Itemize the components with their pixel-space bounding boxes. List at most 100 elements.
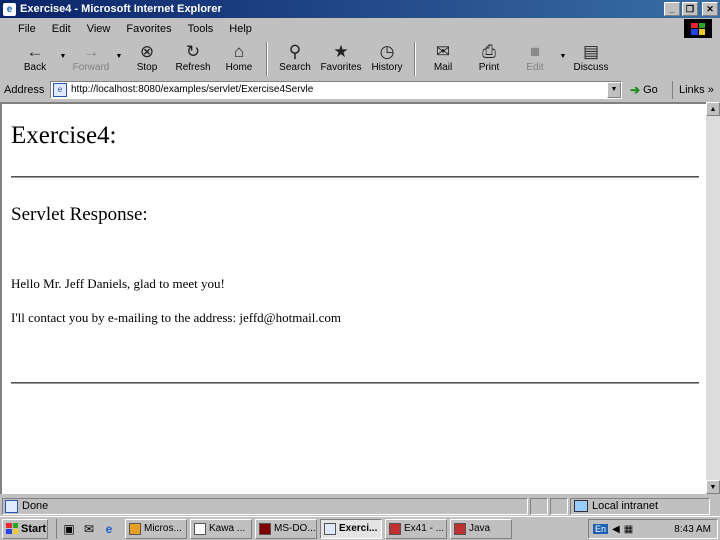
forward-dropdown-arrow[interactable]: ▼ (114, 39, 124, 79)
security-zone[interactable]: Local intranet (570, 497, 710, 515)
close-button[interactable]: ✕ (702, 2, 718, 16)
go-button[interactable]: ➔ Go (628, 81, 668, 99)
mail-label: Mail (433, 62, 453, 73)
app-icon (324, 522, 336, 535)
start-button[interactable]: Start (2, 518, 48, 539)
home-label: Home (225, 62, 253, 73)
task-button[interactable]: Ex41 - ... (385, 518, 447, 539)
clock[interactable]: 8:43 AM (674, 524, 717, 535)
favorites-button[interactable]: ★ Favorites (318, 39, 364, 79)
task-label: Java (469, 523, 491, 534)
taskbar: Start ▣ ✉ e Micros... Kawa ... MS-DO... … (0, 516, 720, 540)
zone-text: Local intranet (592, 500, 659, 512)
title-bar[interactable]: e Exercise4 - Microsoft Internet Explore… (0, 0, 720, 18)
discuss-icon: ▤ (582, 42, 600, 61)
status-cell (530, 497, 548, 515)
task-button[interactable]: Exerci... (320, 518, 382, 539)
language-indicator[interactable]: En (593, 524, 609, 534)
home-icon: ⌂ (233, 42, 245, 61)
history-button[interactable]: ◷ History (364, 39, 410, 79)
divider (11, 382, 699, 384)
edit-label: Edit (526, 62, 544, 73)
menu-edit[interactable]: Edit (44, 23, 79, 35)
window-controls: _ ❐ ✕ (664, 2, 718, 16)
show-desktop-icon[interactable]: ▣ (61, 521, 77, 537)
status-bar: Done Local intranet (0, 496, 720, 516)
mail-button[interactable]: ✉ Mail (420, 39, 466, 79)
task-label: Kawa ... (209, 523, 246, 534)
outlook-icon[interactable]: ✉ (81, 521, 97, 537)
task-button[interactable]: MS-DO... (255, 518, 317, 539)
divider (11, 176, 699, 178)
task-label: Ex41 - ... (404, 523, 445, 534)
menu-favorites[interactable]: Favorites (118, 23, 179, 35)
discuss-button[interactable]: ▤ Discuss (568, 39, 614, 79)
back-label: Back (23, 62, 47, 73)
edit-dropdown-arrow[interactable]: ▼ (558, 39, 568, 79)
menu-help[interactable]: Help (221, 23, 260, 35)
discuss-label: Discuss (573, 62, 609, 73)
address-bar: Address e http://localhost:8080/examples… (0, 79, 720, 100)
volume-icon[interactable]: ◀ (612, 524, 620, 535)
printer-icon: ⎙ (482, 42, 496, 61)
maximize-button[interactable]: ❐ (682, 2, 698, 16)
back-dropdown-arrow[interactable]: ▼ (58, 39, 68, 79)
address-url[interactable]: http://localhost:8080/examples/servlet/E… (71, 84, 313, 95)
menu-view[interactable]: View (79, 23, 119, 35)
page-title: Exercise4: (11, 122, 117, 149)
menu-file[interactable]: File (10, 23, 44, 35)
status-main: Done (2, 497, 528, 515)
menu-tools[interactable]: Tools (180, 23, 222, 35)
forward-button[interactable]: → Forward (68, 39, 114, 79)
page-icon: e (53, 82, 67, 97)
go-label: Go (643, 83, 658, 96)
task-button[interactable]: Kawa ... (190, 518, 252, 539)
task-buttons: Micros... Kawa ... MS-DO... Exerci... Ex… (125, 518, 512, 539)
back-arrow-icon: ← (26, 42, 44, 61)
minimize-button[interactable]: _ (664, 2, 680, 16)
mail-icon: ✉ (435, 42, 451, 61)
window-title: Exercise4 - Microsoft Internet Explorer (20, 3, 222, 15)
status-cell (550, 497, 568, 515)
history-label: History (371, 62, 403, 73)
vertical-scrollbar[interactable]: ▲ ▼ (706, 102, 720, 494)
app-icon (259, 522, 271, 535)
contact-text: I'll contact you by e-mailing to the add… (11, 310, 341, 325)
intranet-icon (574, 500, 588, 512)
ie-launch-icon[interactable]: e (101, 521, 117, 537)
standard-toolbar: ← Back ▼ → Forward ▼ ⊗ Stop ↻ Refresh ⌂ … (0, 39, 720, 79)
scroll-down-arrow[interactable]: ▼ (706, 480, 720, 494)
forward-arrow-icon: → (82, 42, 100, 61)
windows-logo-icon (6, 523, 18, 534)
refresh-label: Refresh (175, 62, 211, 73)
stop-button[interactable]: ⊗ Stop (124, 39, 170, 79)
print-label: Print (478, 62, 500, 73)
greeting-text: Hello Mr. Jeff Daniels, glad to meet you… (11, 276, 225, 291)
address-input[interactable]: e http://localhost:8080/examples/servlet… (50, 80, 622, 99)
home-button[interactable]: ⌂ Home (216, 39, 262, 79)
links-button[interactable]: Links » (672, 80, 714, 99)
address-dropdown-arrow[interactable]: ▼ (607, 81, 621, 98)
search-button[interactable]: ⚲ Search (272, 39, 318, 79)
scroll-up-arrow[interactable]: ▲ (706, 102, 720, 116)
refresh-button[interactable]: ↻ Refresh (170, 39, 216, 79)
toolbar-separator (266, 42, 268, 76)
task-button[interactable]: Java (450, 518, 512, 539)
network-icon[interactable]: ▦ (624, 524, 633, 535)
search-icon: ⚲ (288, 42, 302, 61)
go-arrow-icon: ➔ (630, 82, 641, 97)
app-icon (194, 522, 206, 535)
app-icon (389, 522, 401, 535)
print-button[interactable]: ⎙ Print (466, 39, 512, 79)
back-button[interactable]: ← Back (12, 39, 58, 79)
section-heading: Servlet Response: (11, 204, 148, 225)
quick-launch: ▣ ✉ e (56, 518, 117, 539)
history-icon: ◷ (379, 42, 395, 61)
task-label: Exerci... (339, 523, 378, 534)
edit-button[interactable]: ■ Edit (512, 39, 558, 79)
task-button[interactable]: Micros... (125, 518, 187, 539)
stop-label: Stop (136, 62, 158, 73)
status-text: Done (22, 500, 49, 512)
stop-icon: ⊗ (139, 42, 155, 61)
forward-label: Forward (72, 62, 110, 73)
